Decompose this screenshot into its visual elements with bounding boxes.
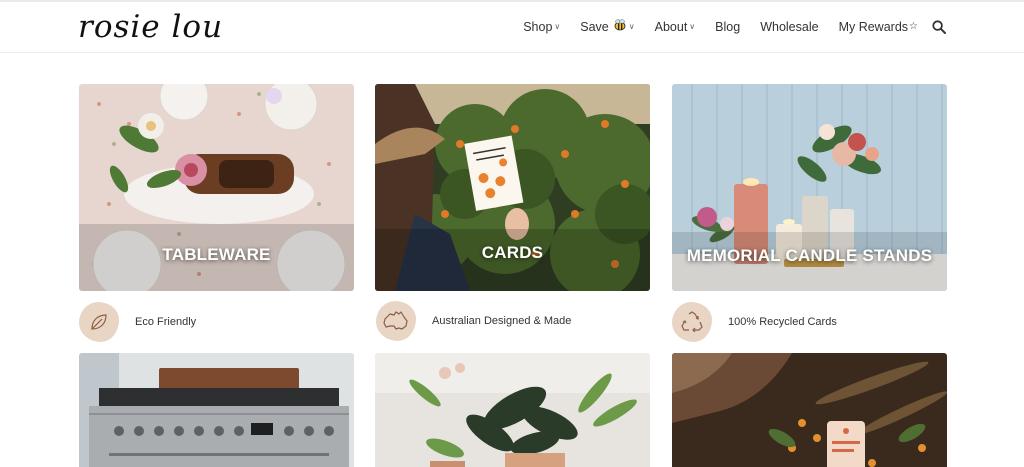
- chevron-down-icon: ∨: [689, 22, 696, 31]
- chevron-down-icon: ∨: [628, 22, 635, 31]
- gifts-image: [672, 353, 947, 467]
- site-logo[interactable]: rosie lou: [78, 8, 223, 46]
- category-tile-cards[interactable]: CARDS: [375, 84, 650, 291]
- category-tile-tableware[interactable]: TABLEWARE: [79, 84, 354, 291]
- feature-label: 100% Recycled Cards: [728, 316, 837, 328]
- site-header: rosie lou Shop ∨ Save ∨ About ∨ Blog Whole…: [0, 2, 1024, 53]
- feature-label: Eco Friendly: [135, 316, 197, 328]
- category-tile-gifts[interactable]: [672, 353, 947, 467]
- nav-save[interactable]: Save ∨: [580, 19, 635, 34]
- star-icon: ☆: [909, 21, 918, 32]
- recycle-icon: [672, 302, 712, 342]
- leaf-icon: [79, 302, 119, 342]
- nav-rewards[interactable]: My Rewards ☆: [839, 20, 918, 34]
- bee-icon: [613, 19, 627, 34]
- search-icon[interactable]: [932, 19, 946, 34]
- nav-save-label: Save: [580, 19, 609, 34]
- nav-about[interactable]: About ∨: [655, 20, 696, 34]
- nav-blog-label: Blog: [715, 19, 741, 34]
- main-nav: Shop ∨ Save ∨ About ∨ Blog Wholesale My Re…: [503, 19, 946, 34]
- nav-shop-label: Shop: [523, 19, 553, 34]
- category-label: TABLEWARE: [162, 245, 271, 264]
- chevron-down-icon: ∨: [554, 22, 561, 31]
- category-label: MEMORIAL CANDLE STANDS: [686, 246, 933, 265]
- feature-australian-designed: Australian Designed & Made: [376, 301, 571, 341]
- nav-rewards-label: My Rewards: [838, 19, 909, 34]
- nav-wholesale[interactable]: Wholesale: [760, 20, 818, 34]
- nav-shop[interactable]: Shop ∨: [523, 20, 560, 34]
- category-tile-memorial-candle-stands[interactable]: MEMORIAL CANDLE STANDS: [672, 84, 947, 291]
- feature-eco-friendly: Eco Friendly: [79, 302, 196, 342]
- plants-image: [375, 353, 650, 467]
- category-tile-plants[interactable]: [375, 353, 650, 467]
- category-label: CARDS: [481, 243, 544, 262]
- feature-recycled-cards: 100% Recycled Cards: [672, 302, 837, 342]
- nav-wholesale-label: Wholesale: [760, 19, 819, 34]
- nav-about-label: About: [654, 19, 688, 34]
- kitchen-image: [79, 353, 354, 467]
- australia-map-icon: [376, 301, 416, 341]
- category-tile-kitchen[interactable]: [79, 353, 354, 467]
- feature-label: Australian Designed & Made: [432, 315, 572, 327]
- nav-blog[interactable]: Blog: [715, 20, 740, 34]
